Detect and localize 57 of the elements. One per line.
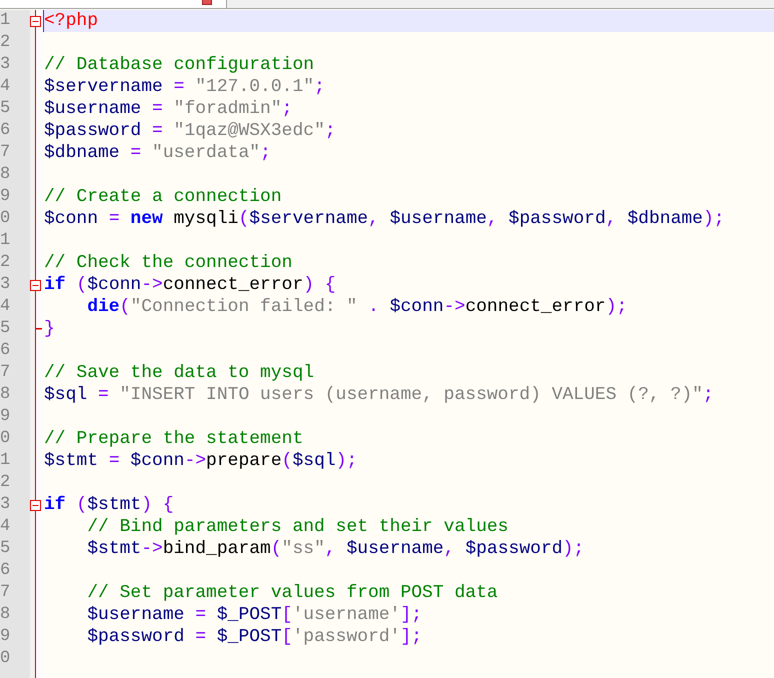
collapse-icon[interactable] [30, 280, 41, 290]
line-number: 2 [0, 32, 12, 54]
line-number: 2 [0, 252, 12, 274]
code-line: // Database configuration [44, 54, 314, 76]
code-line: $sql = "INSERT INTO users (username, password) VALUES (?, ?)"; [44, 384, 714, 406]
line-number: 1 [0, 230, 12, 252]
code-line: if ($stmt) { [44, 494, 174, 516]
line-number: 3 [0, 54, 12, 76]
code-line: $password = $_POST['password']; [86, 626, 422, 648]
line-number: 1 [0, 10, 12, 32]
code-line: $username = "foradmin"; [44, 98, 292, 120]
line-number: 0 [0, 208, 12, 230]
line-number: 1 [0, 450, 12, 472]
line-number: 9 [0, 186, 12, 208]
collapse-icon[interactable] [30, 500, 41, 510]
code-line: $username = $_POST['username']; [86, 604, 422, 626]
line-number: 6 [0, 340, 12, 362]
line-number: 5 [0, 318, 12, 340]
code-line: if ($conn->connect_error) { [44, 274, 336, 296]
line-number: 2 [0, 472, 12, 494]
line-number: 7 [0, 582, 12, 604]
line-number: 4 [0, 76, 12, 98]
line-number: 0 [0, 648, 12, 670]
file-tab[interactable] [0, 0, 227, 8]
code-line: $stmt = $conn->prepare($sql); [44, 450, 358, 472]
line-number: 8 [0, 604, 12, 626]
line-number: 3 [0, 274, 12, 296]
save-icon [202, 0, 212, 5]
line-number: 8 [0, 164, 12, 186]
code-line: // Check the connection [44, 252, 292, 274]
code-line: $stmt->bind_param("ss", $username, $password); [86, 538, 584, 560]
code-line: $password = "1qaz@WSX3edc"; [44, 120, 336, 142]
line-number: 4 [0, 296, 12, 318]
code-line: die("Connection failed: " . $conn->connect_error); [86, 296, 628, 318]
code-line: } [44, 318, 55, 340]
code-line: $servername = "127.0.0.1"; [44, 76, 325, 98]
line-number: 0 [0, 428, 12, 450]
code-line: // Prepare the statement [44, 428, 304, 450]
line-number: 9 [0, 406, 12, 428]
line-number: 5 [0, 98, 12, 120]
line-number: 7 [0, 142, 12, 164]
line-number: 5 [0, 538, 12, 560]
line-number: 8 [0, 384, 12, 406]
code-line: // Create a connection [44, 186, 282, 208]
code-line: <?php [44, 10, 98, 32]
line-number: 6 [0, 560, 12, 582]
line-number: 6 [0, 120, 12, 142]
line-number: 9 [0, 626, 12, 648]
line-number: 7 [0, 362, 12, 384]
collapse-icon[interactable] [30, 16, 41, 26]
line-number: 4 [0, 516, 12, 538]
code-line: $dbname = "userdata"; [44, 142, 271, 164]
code-line: $conn = new mysqli($servername, $username, $password, $dbname); [44, 208, 725, 230]
line-number: 3 [0, 494, 12, 516]
code-line: // Save the data to mysql [44, 362, 314, 384]
code-line: // Set parameter values from POST data [86, 582, 498, 604]
code-line: // Bind parameters and set their values [86, 516, 508, 538]
